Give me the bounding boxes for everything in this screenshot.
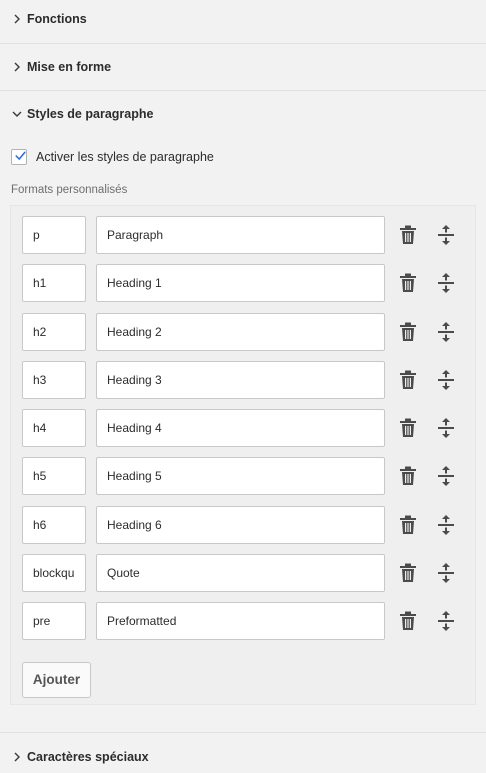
custom-formats-label: Formats personnalisés — [11, 184, 128, 196]
section-title: Styles de paragraphe — [27, 107, 154, 121]
enable-paragraph-styles-checkbox[interactable] — [11, 149, 27, 165]
section-title: Mise en forme — [27, 60, 112, 74]
format-row — [22, 216, 475, 254]
checkmark-icon — [15, 151, 26, 160]
reorder-drag-icon[interactable] — [434, 513, 458, 537]
format-name-input[interactable] — [96, 602, 385, 641]
rich-text-settings-panel: Fonctions Mise en forme Styles de paragr… — [0, 0, 486, 773]
section-functions[interactable]: Fonctions — [0, 0, 486, 38]
trash-icon[interactable] — [396, 223, 420, 247]
reorder-drag-icon[interactable] — [434, 464, 458, 488]
format-name-input[interactable] — [96, 264, 385, 303]
section-title: Caractères spéciaux — [27, 750, 149, 764]
format-row — [22, 409, 475, 448]
format-name-input[interactable] — [96, 554, 385, 593]
section-special-characters-wrapper: Caractères spéciaux — [0, 732, 486, 773]
trash-icon[interactable] — [396, 368, 420, 392]
format-name-input[interactable] — [96, 457, 385, 496]
enable-paragraph-styles-label: Activer les styles de paragraphe — [36, 150, 214, 164]
format-name-input[interactable] — [96, 409, 385, 448]
format-name-input[interactable] — [96, 360, 385, 399]
format-tag-input[interactable] — [22, 554, 86, 593]
format-tag-input[interactable] — [22, 264, 86, 303]
format-tag-input[interactable] — [22, 505, 86, 544]
reorder-drag-icon[interactable] — [434, 368, 458, 392]
format-tag-input[interactable] — [22, 360, 86, 399]
trash-icon[interactable] — [396, 271, 420, 295]
format-row — [22, 505, 475, 544]
format-tag-input[interactable] — [22, 602, 86, 641]
trash-icon[interactable] — [396, 609, 420, 633]
reorder-drag-icon[interactable] — [434, 561, 458, 585]
section-title: Fonctions — [27, 12, 87, 26]
format-row — [22, 312, 475, 351]
format-row — [22, 360, 475, 399]
section-special-characters[interactable]: Caractères spéciaux — [0, 733, 486, 773]
format-row — [22, 554, 475, 593]
trash-icon[interactable] — [396, 561, 420, 585]
format-tag-input[interactable] — [22, 216, 86, 254]
format-name-input[interactable] — [96, 216, 385, 254]
chevron-down-icon — [12, 109, 22, 119]
reorder-drag-icon[interactable] — [434, 416, 458, 440]
section-formatting[interactable]: Mise en forme — [0, 44, 486, 90]
trash-icon[interactable] — [396, 416, 420, 440]
enable-paragraph-styles-row: Activer les styles de paragraphe — [0, 145, 486, 169]
format-tag-input[interactable] — [22, 457, 86, 496]
format-row — [22, 264, 475, 303]
add-format-button[interactable]: Ajouter — [22, 661, 91, 698]
chevron-right-icon — [12, 14, 22, 24]
format-tag-input[interactable] — [22, 409, 86, 448]
custom-formats-list: Ajouter — [10, 205, 476, 705]
trash-icon[interactable] — [396, 513, 420, 537]
reorder-drag-icon[interactable] — [434, 223, 458, 247]
reorder-drag-icon[interactable] — [434, 609, 458, 633]
reorder-drag-icon[interactable] — [434, 320, 458, 344]
trash-icon[interactable] — [396, 464, 420, 488]
format-tag-input[interactable] — [22, 312, 86, 351]
chevron-right-icon — [12, 752, 22, 762]
trash-icon[interactable] — [396, 320, 420, 344]
format-name-input[interactable] — [96, 312, 385, 351]
format-name-input[interactable] — [96, 505, 385, 544]
format-row — [22, 602, 475, 641]
reorder-drag-icon[interactable] — [434, 271, 458, 295]
chevron-right-icon — [12, 62, 22, 72]
format-row — [22, 457, 475, 496]
section-paragraph-styles[interactable]: Styles de paragraphe — [0, 91, 486, 137]
